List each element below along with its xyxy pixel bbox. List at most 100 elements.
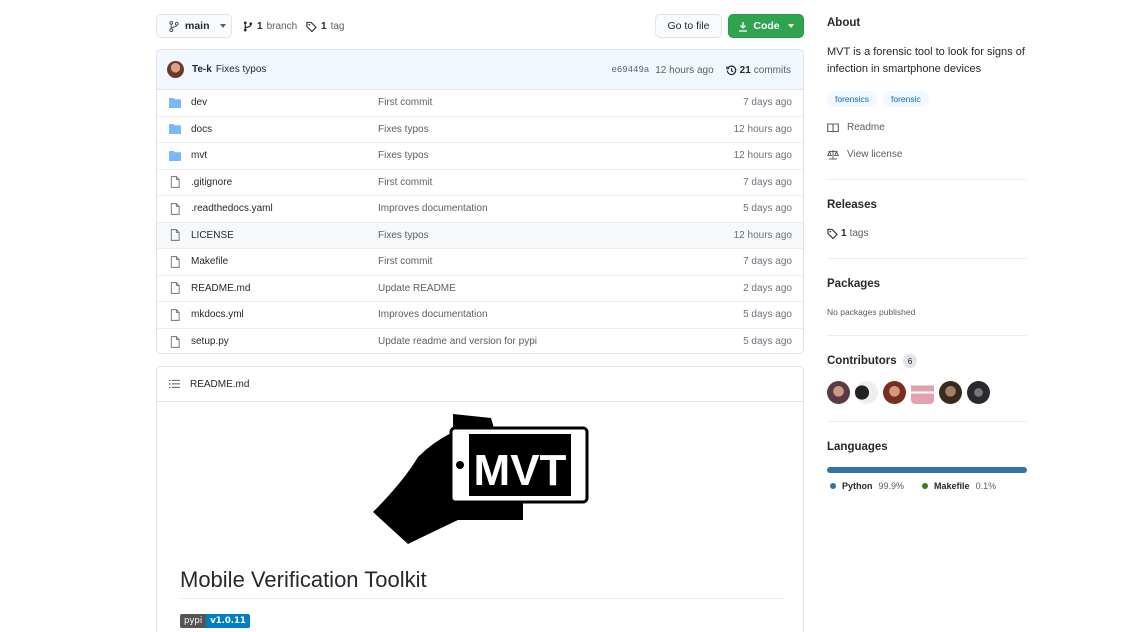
file-name-link[interactable]: docs — [191, 124, 212, 135]
avatar[interactable] — [883, 381, 906, 404]
about-heading: About — [827, 17, 861, 29]
language-name: Makefile — [934, 481, 970, 491]
language-legend: Python 99.9% Makefile 0.1% — [830, 481, 996, 491]
code-button[interactable]: Code — [728, 14, 804, 38]
pypi-version-badge[interactable]: pypi v1.0.11 — [180, 614, 250, 628]
badge-label: pypi — [180, 614, 207, 628]
language-item[interactable]: Python 99.9% — [830, 481, 904, 491]
commit-message[interactable]: Fixes typos — [216, 64, 267, 75]
tags-link[interactable]: 1 tag — [306, 14, 344, 38]
commit-author[interactable]: Te-k — [192, 64, 212, 75]
contributors-heading[interactable]: Contributors 6 — [827, 354, 918, 368]
file-row[interactable]: dev First commit 7 days ago — [157, 90, 803, 117]
file-name-link[interactable]: Makefile — [191, 256, 228, 267]
logo-text: MVT — [474, 446, 567, 495]
file-row[interactable]: mvt Fixes typos 12 hours ago — [157, 143, 803, 170]
topic-tag[interactable]: forensics — [827, 91, 878, 107]
file-age: 5 days ago — [743, 309, 792, 321]
file-age: 7 days ago — [743, 97, 792, 109]
tag-icon — [827, 228, 838, 239]
file-name-link[interactable]: .gitignore — [191, 177, 232, 188]
language-name: Python — [842, 481, 873, 491]
topic-list: forensics forensic — [827, 91, 929, 107]
file-commit-link[interactable]: First commit — [378, 256, 432, 267]
avatar[interactable] — [827, 381, 850, 404]
file-name-link[interactable]: .readthedocs.yaml — [191, 203, 273, 214]
file-name-link[interactable]: mkdocs.yml — [191, 309, 244, 320]
avatar[interactable] — [167, 61, 184, 78]
file-name-link[interactable]: LICENSE — [191, 230, 234, 241]
file-age: 12 hours ago — [733, 123, 792, 135]
file-commit-link[interactable]: Improves documentation — [378, 309, 488, 320]
file-name-link[interactable]: mvt — [191, 150, 207, 161]
file-age: 5 days ago — [743, 203, 792, 215]
badge-value: v1.0.11 — [206, 614, 250, 628]
file-commit-link[interactable]: Improves documentation — [378, 203, 488, 214]
file-row[interactable]: mkdocs.yml Improves documentation 5 days a… — [157, 302, 803, 329]
file-row[interactable]: Makefile First commit 7 days ago — [157, 249, 803, 276]
file-row[interactable]: .readthedocs.yaml Improves documentation 5… — [157, 196, 803, 223]
file-row[interactable]: docs Fixes typos 12 hours ago — [157, 117, 803, 143]
tag-count: 1 — [321, 20, 327, 32]
repo-description: MVT is a forensic tool to look for signs… — [827, 46, 1025, 75]
branches-link[interactable]: 1 branch — [243, 14, 297, 38]
branch-select-button[interactable]: main — [156, 14, 232, 38]
folder-icon — [169, 97, 181, 108]
commits-link[interactable]: 21 commits — [725, 64, 791, 76]
packages-empty-text: No packages published — [827, 307, 916, 317]
file-icon — [170, 282, 180, 295]
readme-filename[interactable]: README.md — [190, 379, 249, 390]
readme-title: Mobile Verification Toolkit — [180, 567, 783, 599]
list-icon[interactable] — [169, 379, 180, 389]
file-commit-link[interactable]: Fixes typos — [378, 230, 429, 241]
latest-commit-bar: Te-k Fixes typos e69449a 12 hours ago 21… — [157, 50, 803, 90]
file-commit-link[interactable]: Fixes typos — [378, 124, 429, 135]
file-row[interactable]: LICENSE Fixes typos 12 hours ago — [157, 222, 803, 249]
releases-tags-link[interactable]: 1 tags — [827, 228, 868, 239]
git-branch-icon — [169, 20, 179, 32]
file-row[interactable]: README.md Update README 2 days ago — [157, 276, 803, 302]
commit-sha[interactable]: e69449a — [611, 65, 649, 75]
releases-tag-word: tags — [849, 228, 869, 239]
language-item[interactable]: Makefile 0.1% — [922, 481, 996, 491]
file-commit-link[interactable]: First commit — [378, 177, 432, 188]
file-row[interactable]: setup.py Update readme and version for py… — [157, 329, 803, 354]
file-commit-link[interactable]: First commit — [378, 97, 432, 108]
download-icon — [739, 21, 748, 32]
law-icon — [827, 150, 839, 160]
language-percent: 99.9% — [878, 481, 905, 491]
divider — [827, 335, 1027, 336]
packages-heading[interactable]: Packages — [827, 278, 880, 290]
readme-link[interactable]: Readme — [827, 122, 885, 133]
chevron-down-icon — [787, 24, 794, 28]
file-row[interactable]: .gitignore First commit 7 days ago — [157, 170, 803, 196]
avatar[interactable] — [939, 381, 962, 404]
file-commit-link[interactable]: Update README — [378, 283, 456, 294]
git-branch-icon — [243, 20, 253, 32]
file-commit-link[interactable]: Fixes typos — [378, 150, 429, 161]
branch-count: 1 — [257, 20, 263, 32]
file-name-link[interactable]: dev — [191, 97, 207, 108]
file-name-link[interactable]: README.md — [191, 283, 250, 294]
avatar[interactable] — [967, 381, 990, 404]
file-name-link[interactable]: setup.py — [191, 336, 229, 347]
file-commit-link[interactable]: Update readme and version for pypi — [378, 336, 537, 347]
tag-icon — [306, 21, 317, 32]
file-age: 5 days ago — [743, 336, 792, 348]
topic-tag[interactable]: forensic — [883, 91, 929, 107]
avatar[interactable] — [855, 381, 878, 404]
file-browser: Te-k Fixes typos e69449a 12 hours ago 21… — [156, 49, 804, 354]
license-link[interactable]: View license — [827, 149, 902, 160]
readme-header: README.md — [157, 367, 803, 402]
chevron-down-icon — [219, 24, 226, 28]
go-to-file-button[interactable]: Go to file — [655, 14, 722, 38]
commit-word: commits — [753, 64, 791, 76]
file-icon — [170, 255, 180, 268]
file-icon — [170, 229, 180, 242]
avatar[interactable] — [911, 381, 934, 404]
repo-toolbar: main 1 branch 1 tag Go to file Code — [156, 14, 804, 38]
releases-heading[interactable]: Releases — [827, 199, 877, 211]
folder-icon — [169, 150, 181, 161]
file-age: 2 days ago — [743, 282, 792, 294]
divider — [827, 421, 1027, 422]
